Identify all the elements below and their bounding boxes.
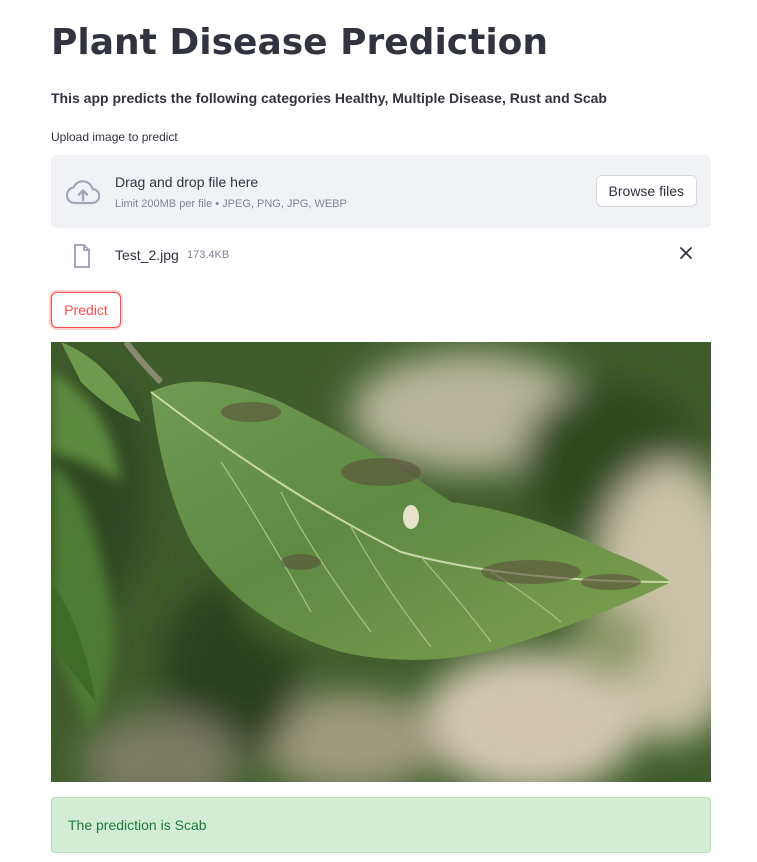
file-dropzone[interactable]: Drag and drop file here Limit 200MB per …: [51, 155, 711, 228]
upload-label: Upload image to predict: [51, 130, 178, 144]
leaf-photo-graphic: [51, 342, 711, 782]
cloud-upload-icon: [66, 180, 100, 205]
dropzone-limit: Limit 200MB per file • JPEG, PNG, JPG, W…: [115, 198, 347, 210]
prediction-result: The prediction is Scab: [51, 797, 711, 853]
app-description: This app predicts the following categori…: [51, 90, 607, 106]
predict-button[interactable]: Predict: [51, 292, 121, 328]
uploaded-file-row: Test_2.jpg 173.4KB: [51, 238, 711, 272]
browse-files-button[interactable]: Browse files: [595, 175, 697, 207]
uploaded-leaf-image: [51, 342, 711, 782]
close-icon[interactable]: [679, 246, 693, 260]
dropzone-title: Drag and drop file here: [115, 174, 259, 190]
uploaded-file-name: Test_2.jpg: [115, 247, 179, 263]
page-title: Plant Disease Prediction: [51, 22, 549, 63]
uploaded-file-size: 173.4KB: [187, 249, 230, 261]
file-icon: [74, 244, 90, 268]
